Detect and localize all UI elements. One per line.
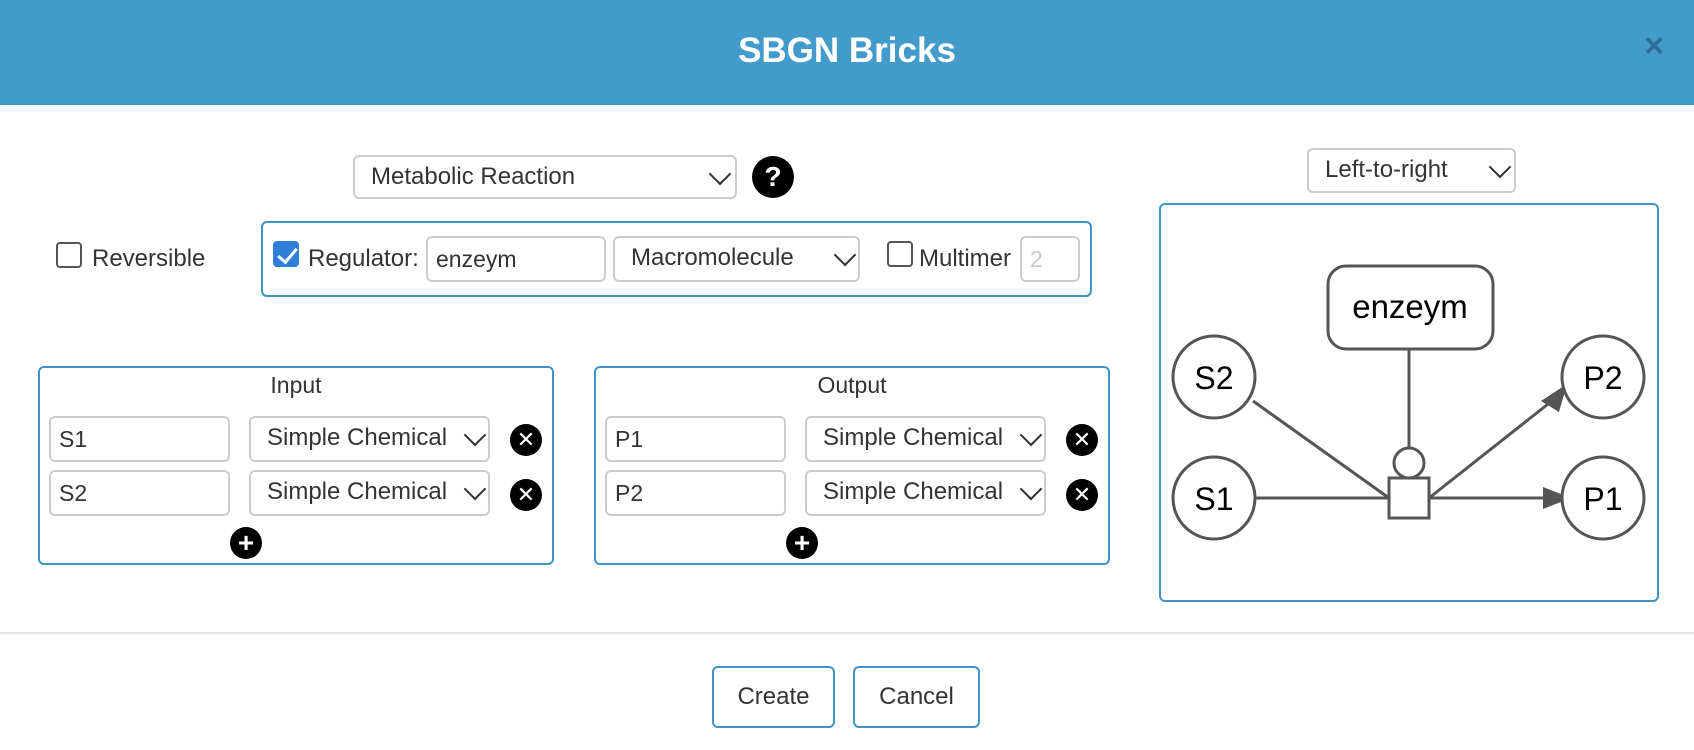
regulator-type-select[interactable]: Macromolecule [613, 236, 860, 282]
regulator-name-input[interactable]: enzeym [426, 236, 606, 282]
output-type-select[interactable]: Simple Chemical [805, 470, 1046, 516]
output-name-field[interactable]: P2 [605, 470, 786, 516]
output-type-select[interactable]: Simple Chemical [805, 416, 1046, 462]
output-edge [1428, 391, 1564, 500]
chevron-down-icon [833, 243, 857, 267]
input-type-value: Simple Chemical [267, 424, 448, 451]
cancel-button[interactable]: Cancel [853, 666, 980, 728]
regulator-type-value: Macromolecule [631, 244, 794, 271]
output-type-value: Simple Chemical [823, 424, 1004, 451]
footer-divider [0, 632, 1694, 634]
input-type-select[interactable]: Simple Chemical [249, 470, 490, 516]
regulator-node-label: enzeym [1352, 288, 1468, 325]
input-type-select[interactable]: Simple Chemical [249, 416, 490, 462]
preview-panel: enzeym S2 S1 P2 P1 [1159, 203, 1659, 602]
output-node-label: P2 [1583, 360, 1622, 396]
input-node-label: S2 [1194, 360, 1233, 396]
chevron-down-icon [1019, 423, 1043, 447]
add-output-button[interactable]: + [786, 527, 818, 559]
modulator-circle [1392, 446, 1426, 480]
reaction-preview-diagram: enzeym S2 S1 P2 P1 [1171, 264, 1646, 541]
orientation-select[interactable]: Left-to-right [1307, 148, 1516, 193]
input-type-value: Simple Chemical [267, 478, 448, 505]
output-node-label: P1 [1583, 481, 1622, 517]
create-button[interactable]: Create [712, 666, 835, 728]
input-edge [1252, 399, 1390, 500]
regulator-label: Regulator: [308, 245, 419, 272]
multimer-label: Multimer [919, 245, 1012, 272]
help-icon[interactable]: ? [752, 156, 794, 198]
output-type-value: Simple Chemical [823, 478, 1004, 505]
reversible-checkbox[interactable] [56, 242, 82, 268]
input-name-field[interactable]: S2 [49, 470, 230, 516]
chevron-down-icon [463, 423, 487, 447]
multimer-count-input[interactable]: 2 [1020, 236, 1080, 282]
add-input-button[interactable]: + [230, 527, 262, 559]
close-icon[interactable]: × [1634, 26, 1674, 66]
orientation-select-value: Left-to-right [1325, 156, 1448, 183]
remove-input-button[interactable]: ✕ [510, 479, 542, 511]
multimer-checkbox[interactable] [887, 241, 913, 267]
regulator-checkbox[interactable] [273, 241, 299, 267]
chevron-down-icon [708, 162, 732, 186]
reversible-label: Reversible [92, 245, 206, 272]
input-panel-title: Input [270, 372, 322, 398]
template-select-value: Metabolic Reaction [371, 163, 576, 190]
input-node-label: S1 [1194, 481, 1233, 517]
output-panel-title: Output [817, 372, 887, 398]
chevron-down-icon [1488, 155, 1512, 179]
remove-input-button[interactable]: ✕ [510, 424, 542, 456]
input-name-field[interactable]: S1 [49, 416, 230, 462]
remove-output-button[interactable]: ✕ [1066, 424, 1098, 456]
output-name-field[interactable]: P1 [605, 416, 786, 462]
process-node [1387, 476, 1431, 520]
chevron-down-icon [1019, 477, 1043, 501]
template-select[interactable]: Metabolic Reaction [353, 155, 737, 199]
remove-output-button[interactable]: ✕ [1066, 479, 1098, 511]
chevron-down-icon [463, 477, 487, 501]
dialog-title: SBGN Bricks [738, 31, 956, 70]
